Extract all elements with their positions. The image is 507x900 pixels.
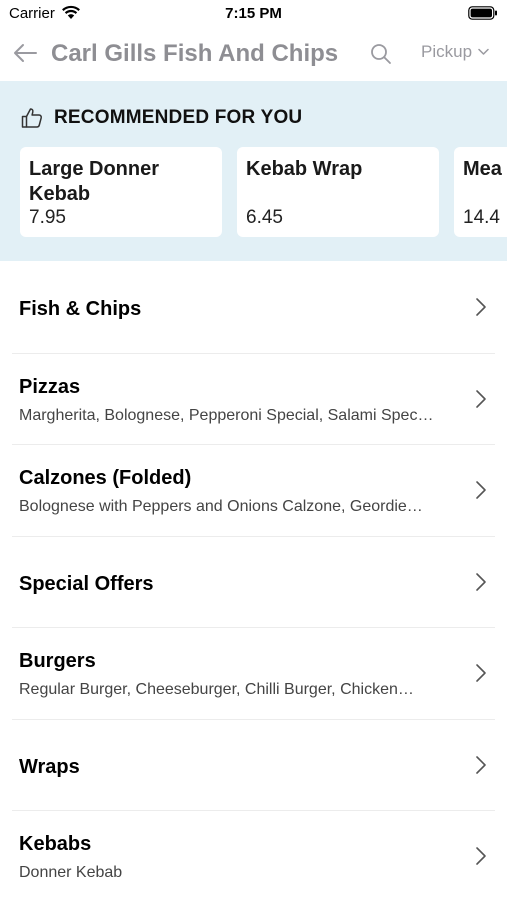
recommended-item-price: 6.45 [246, 207, 283, 228]
chevron-right-icon [476, 481, 486, 499]
recommended-item-price: 7.95 [29, 207, 66, 228]
category-name: Wraps [19, 755, 80, 778]
recommended-item-card[interactable]: Large Donner Kebab 7.95 [20, 147, 222, 237]
recommended-item-name: Kebab Wrap [246, 158, 363, 180]
recommended-section: RECOMMENDED FOR YOU Large Donner Kebab 7… [0, 81, 507, 261]
category-description: Bolognese with Peppers and Onions Calzon… [19, 498, 423, 515]
chevron-right-icon [476, 755, 486, 774]
navigation-bar: Carl Gills Fish And Chips Pickup [0, 28, 507, 80]
recommended-item-name: Large Donner Kebab [29, 158, 160, 205]
category-description: Donner Kebab [19, 864, 123, 881]
status-bar: Carrier 7:15 PM [0, 0, 507, 28]
chevron-right-icon [476, 298, 486, 316]
category-description: Margherita, Bolognese, Pepperoni Special… [19, 406, 434, 424]
order-mode-dropdown[interactable]: Pickup [421, 42, 489, 62]
category-name: Kebabs [19, 833, 92, 855]
order-mode-label: Pickup [421, 42, 473, 61]
category-row-calzones[interactable]: Calzones (Folded) Bolognese with Peppers… [12, 445, 495, 537]
recommended-heading: RECOMMENDED FOR YOU [54, 107, 303, 128]
category-name: Burgers [19, 650, 96, 672]
category-list: Fish & Chips Pizzas Margherita, Bolognes… [0, 262, 507, 900]
chevron-right-icon [476, 572, 486, 591]
recommended-header: RECOMMENDED FOR YOU [20, 106, 302, 130]
recommended-item-name: Mea [463, 158, 502, 180]
arrow-left-icon [14, 44, 37, 62]
chevron-right-icon [476, 847, 486, 865]
battery-icon [468, 6, 497, 20]
category-description: Regular Burger, Cheeseburger, Chilli Bur… [19, 681, 414, 698]
search-icon [371, 44, 391, 64]
category-row-fish-chips[interactable]: Fish & Chips [12, 262, 495, 354]
chevron-right-icon [476, 664, 486, 682]
page-title: Carl Gills Fish And Chips [51, 40, 339, 67]
category-row-wraps[interactable]: Wraps [12, 720, 495, 811]
category-row-special-offers[interactable]: Special Offers [12, 537, 495, 628]
category-name: Fish & Chips [19, 298, 142, 320]
search-button[interactable] [367, 40, 395, 68]
chevron-right-icon [476, 389, 486, 408]
category-row-burgers[interactable]: Burgers Regular Burger, Cheeseburger, Ch… [12, 628, 495, 720]
recommended-item-card[interactable]: Kebab Wrap 6.45 [237, 147, 439, 237]
clock: 7:15 PM [225, 5, 282, 22]
back-button[interactable] [10, 38, 40, 68]
category-name: Pizzas [19, 375, 81, 398]
category-name: Calzones (Folded) [19, 467, 192, 489]
category-name: Special Offers [19, 572, 154, 595]
category-row-kebabs[interactable]: Kebabs Donner Kebab [12, 811, 495, 900]
recommended-item-card[interactable]: Mea 14.4 [454, 147, 507, 237]
recommended-item-price: 14.4 [463, 207, 500, 228]
category-row-pizzas[interactable]: Pizzas Margherita, Bolognese, Pepperoni … [12, 354, 495, 445]
thumbs-up-icon [21, 108, 43, 128]
chevron-down-icon [478, 48, 489, 55]
